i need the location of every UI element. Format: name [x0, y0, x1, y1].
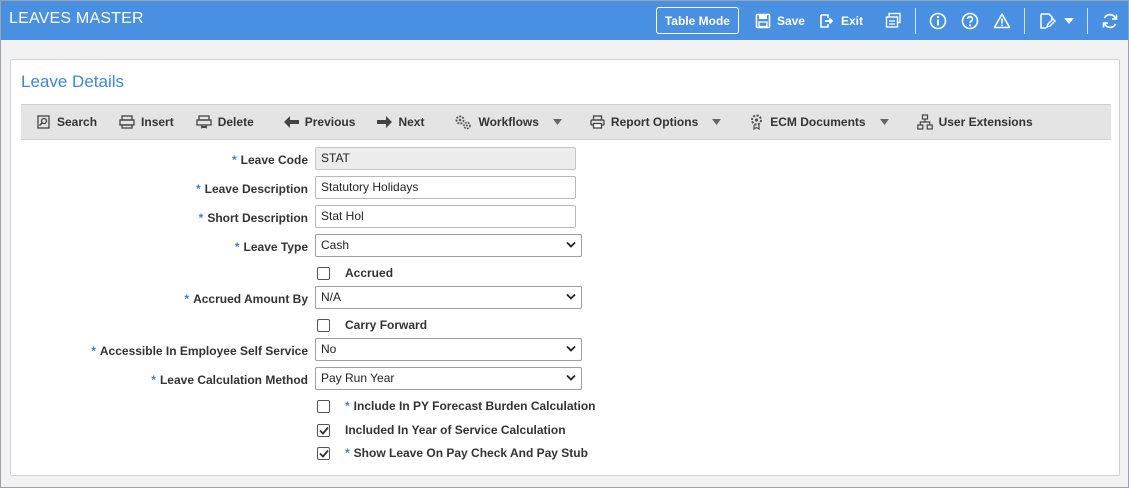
included-year-service-row: Included In Year of Service Calculation — [317, 423, 566, 437]
leave-code-label: * Leave Code — [231, 153, 308, 167]
toolbar-separator — [1087, 7, 1088, 34]
short-description-label: * Short Description — [198, 211, 308, 225]
chevron-down-icon — [566, 293, 576, 300]
include-py-forecast-checkbox[interactable] — [317, 399, 330, 413]
accrued-amount-by-label: * Accrued Amount By — [184, 292, 308, 306]
chevron-down-icon[interactable] — [1063, 11, 1075, 31]
top-bar: LEAVES MASTER Table Mode Save Exit — [1, 1, 1128, 40]
help-icon[interactable] — [960, 11, 980, 31]
accrued-amount-by-select[interactable]: N/A — [315, 286, 582, 309]
exit-icon — [820, 13, 834, 28]
exit-label: Exit — [840, 13, 863, 28]
exit-button[interactable]: Exit — [819, 13, 863, 29]
warning-icon[interactable] — [992, 11, 1012, 31]
included-year-service-checkbox[interactable] — [317, 423, 330, 437]
show-leave-paycheck-checkbox[interactable] — [317, 446, 330, 460]
leave-details-panel: Leave Details Search Insert Delete Previ… — [10, 59, 1120, 476]
checkmark-icon — [318, 449, 329, 458]
leave-type-label: * Leave Type — [234, 240, 308, 254]
leave-form: * Leave Code STAT * Leave Description Stat… — [11, 60, 1119, 475]
show-leave-paycheck-row: * Show Leave On Pay Check And Pay Stub — [317, 446, 588, 460]
leave-type-select[interactable]: Cash — [315, 234, 582, 257]
leave-calc-method-label: * Leave Calculation Method — [151, 373, 308, 387]
carry-forward-label: Carry Forward — [345, 318, 428, 332]
carry-forward-row: Carry Forward — [317, 318, 427, 332]
leave-code-field[interactable]: STAT — [315, 147, 576, 170]
accessible-ess-select[interactable]: No — [315, 338, 582, 361]
leave-calc-method-select[interactable]: Pay Run Year — [315, 367, 582, 390]
chevron-down-icon — [566, 241, 576, 248]
accrued-checkbox[interactable] — [317, 266, 330, 280]
include-py-forecast-row: * Include In PY Forecast Burden Calculati… — [317, 399, 596, 413]
header-actions: Table Mode Save Exit — [655, 1, 1128, 40]
save-button[interactable]: Save — [755, 13, 805, 29]
include-py-forecast-label: * Include In PY Forecast Burden Calculati… — [345, 399, 596, 413]
refresh-icon[interactable] — [1100, 11, 1120, 31]
leave-description-field[interactable]: Statutory Holidays — [315, 176, 576, 199]
edit-icon[interactable] — [1037, 11, 1057, 31]
app-title: LEAVES MASTER — [9, 10, 144, 27]
accrued-label: Accrued — [345, 266, 394, 280]
carry-forward-checkbox[interactable] — [317, 318, 330, 332]
save-icon — [755, 13, 771, 28]
accrued-amount-by-value: N/A — [321, 290, 342, 304]
leave-calc-method-value: Pay Run Year — [321, 371, 395, 385]
table-mode-button[interactable]: Table Mode — [655, 7, 739, 34]
accrued-row: Accrued — [317, 266, 393, 280]
print-icon[interactable] — [883, 11, 903, 31]
toolbar-separator — [915, 7, 916, 34]
save-label: Save — [776, 13, 805, 28]
leave-type-value: Cash — [321, 238, 350, 252]
checkmark-icon — [318, 426, 329, 435]
show-leave-paycheck-label: * Show Leave On Pay Check And Pay Stub — [345, 446, 588, 460]
toolbar-separator — [1024, 7, 1025, 34]
accessible-ess-value: No — [321, 342, 337, 356]
chevron-down-icon — [566, 374, 576, 381]
chevron-down-icon — [566, 345, 576, 352]
included-year-service-label: Included In Year of Service Calculation — [345, 423, 566, 437]
short-description-field[interactable]: Stat Hol — [315, 205, 576, 228]
info-icon[interactable] — [928, 11, 948, 31]
accessible-ess-label: * Accessible In Employee Self Service — [91, 344, 308, 358]
leave-description-label: * Leave Description — [195, 182, 308, 196]
